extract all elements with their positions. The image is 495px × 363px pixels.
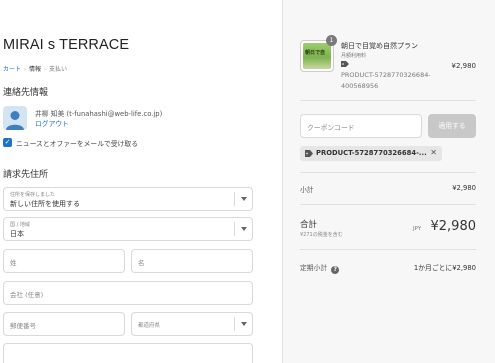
- coupon-code-input[interactable]: クーポンコード: [300, 114, 422, 138]
- applied-code-chip: PRODUCT-5728770326684-... ✕: [300, 146, 442, 161]
- country-label: 国 / 地域: [10, 222, 30, 228]
- postal-code-input[interactable]: 郵便番号: [3, 312, 125, 336]
- breadcrumb: カート › 情報 › 支払い: [3, 64, 67, 73]
- subtotal-value: ¥2,980: [452, 184, 476, 192]
- saved-address-value: 新しい住所を使用する: [10, 200, 80, 208]
- avatar: [3, 106, 27, 130]
- total-amount: ¥2,980: [430, 219, 477, 234]
- chevron-right-icon: ›: [44, 67, 47, 73]
- tag-icon: [341, 61, 349, 67]
- first-name-placeholder: 名: [138, 259, 145, 267]
- dropdown-divider: [234, 192, 252, 206]
- recurring-label-text: 定期小計: [300, 264, 328, 272]
- subtotal-label: 小計: [300, 186, 314, 194]
- breadcrumb-information: 情報: [29, 66, 42, 73]
- contact-section-title: 連絡先情報: [3, 88, 49, 98]
- company-placeholder: 会社 (任意): [10, 291, 44, 299]
- prefecture-placeholder: 都道府県: [138, 323, 161, 329]
- close-icon[interactable]: ✕: [430, 148, 437, 157]
- tag-icon: [305, 150, 313, 157]
- product-code: PRODUCT-5728770326684-400568956: [341, 71, 431, 90]
- checkmark-icon: ✓: [4, 138, 11, 146]
- chevron-down-icon: [241, 322, 247, 326]
- applied-code-text: PRODUCT-5728770326684-...: [316, 149, 427, 157]
- billing-section-title: 請求先住所: [3, 170, 49, 180]
- prefecture-select[interactable]: 都道府県: [131, 312, 253, 336]
- company-input[interactable]: 会社 (任意): [3, 281, 253, 305]
- dropdown-divider: [234, 317, 252, 331]
- total-currency: JPY: [413, 226, 422, 232]
- first-name-input[interactable]: 名: [131, 249, 253, 273]
- logout-link[interactable]: ログアウト: [35, 118, 69, 128]
- last-name-placeholder: 姓: [10, 259, 17, 267]
- country-value: 日本: [10, 230, 24, 238]
- product-image-text: 朝日で自: [305, 50, 326, 56]
- newsletter-label[interactable]: ニュースとオファーをメールで受け取る: [16, 138, 138, 148]
- checkout-main-panel: MIRAI s TERRACE カート › 情報 › 支払い 連絡先情報 井柳 知美 (…: [0, 0, 282, 363]
- summary-divider: [300, 249, 476, 250]
- breadcrumb-cart[interactable]: カート: [3, 66, 21, 73]
- dropdown-divider: [234, 222, 252, 236]
- apply-coupon-button[interactable]: 適用する: [428, 114, 476, 138]
- product-price: ¥2,980: [451, 62, 477, 70]
- summary-divider: [300, 100, 476, 101]
- breadcrumb-payment: 支払い: [49, 66, 68, 73]
- recurring-subtotal-value: 1か月ごとに¥2,980: [413, 264, 476, 272]
- product-image: 朝日で自: [303, 43, 331, 69]
- saved-address-select[interactable]: 住所を保存しました 新しい住所を使用する: [3, 187, 253, 211]
- summary-divider: [300, 204, 476, 205]
- chevron-down-icon: [241, 197, 247, 201]
- tax-note: ¥271の税金を含む: [300, 232, 343, 238]
- address-input[interactable]: [3, 343, 253, 363]
- product-subtitle: 月額利用料: [341, 53, 367, 59]
- total-label: 合計: [300, 220, 318, 230]
- summary-divider: [300, 172, 476, 173]
- chevron-right-icon: ›: [24, 67, 27, 73]
- coupon-placeholder: クーポンコード: [307, 124, 355, 132]
- postal-code-placeholder: 郵便番号: [10, 322, 36, 330]
- newsletter-checkbox[interactable]: ✓: [3, 138, 12, 147]
- saved-address-label: 住所を保存しました: [10, 192, 56, 198]
- last-name-input[interactable]: 姓: [3, 249, 125, 273]
- user-account-info: 井柳 知美 (t-funahashi@web-life.co.jp): [35, 110, 163, 118]
- user-avatar-icon: [3, 106, 27, 130]
- country-select[interactable]: 国 / 地域 日本: [3, 217, 253, 241]
- product-name: 朝日で目覚め自然プラン: [341, 42, 418, 50]
- question-icon[interactable]: ?: [331, 266, 340, 274]
- recurring-subtotal-label: 定期小計?: [300, 262, 340, 274]
- store-name[interactable]: MIRAI s TERRACE: [3, 37, 129, 53]
- chevron-down-icon: [241, 227, 247, 231]
- quantity-badge: 1: [326, 35, 337, 46]
